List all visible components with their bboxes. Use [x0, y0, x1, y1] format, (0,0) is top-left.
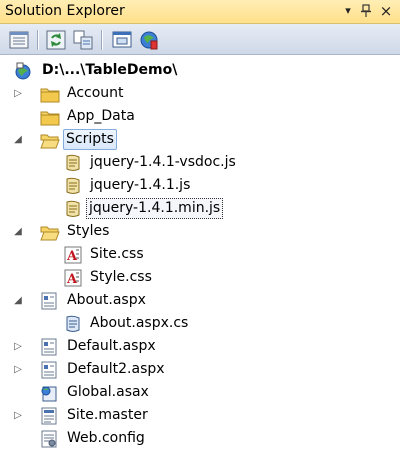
tree-item-label: Default.aspx — [67, 338, 156, 354]
tree-item-label: D:\...\TableDemo\ — [42, 62, 178, 78]
expand-arrow-icon[interactable]: ▷ — [12, 404, 24, 427]
tree-item-project[interactable]: D:\...\TableDemo\ — [0, 59, 400, 82]
tree-item-account[interactable]: ▷ Account — [0, 82, 400, 105]
tree-item-label: Global.asax — [67, 384, 149, 400]
aspx-file-icon — [40, 361, 58, 379]
tree-item-label: Scripts — [63, 129, 117, 150]
aspx-file-icon — [40, 292, 58, 310]
refresh-icon[interactable] — [45, 29, 67, 51]
tree-item-label: jquery-1.4.1.min.js — [86, 198, 224, 219]
expand-arrow-icon[interactable]: ▷ — [12, 82, 24, 105]
pin-icon[interactable] — [358, 2, 374, 20]
tree-item-global-asax[interactable]: Global.asax — [0, 381, 400, 404]
tree-item-jquery[interactable]: jquery-1.4.1.js — [0, 174, 400, 197]
tree-item-label: App_Data — [67, 108, 135, 124]
tree-item-style-css[interactable]: A Style.css — [0, 266, 400, 289]
css-file-icon: A — [64, 246, 82, 264]
tree-item-label: About.aspx — [67, 292, 146, 308]
tree-item-scripts[interactable]: ◢ Scripts — [0, 128, 400, 151]
toolbar-separator — [37, 30, 38, 50]
collapse-arrow-icon[interactable]: ◢ — [12, 220, 24, 243]
tree-item-label: jquery-1.4.1-vsdoc.js — [90, 154, 236, 170]
collapse-arrow-icon[interactable]: ◢ — [12, 128, 24, 151]
window-title: Solution Explorer — [5, 3, 125, 19]
web-project-icon — [14, 62, 32, 80]
js-file-icon — [64, 200, 82, 218]
tree-item-about-aspx-cs[interactable]: About.aspx.cs — [0, 312, 400, 335]
tree-item-label: Account — [67, 85, 124, 101]
tree-item-app-data[interactable]: App_Data — [0, 105, 400, 128]
tree-item-default-aspx[interactable]: ▷ Default.aspx — [0, 335, 400, 358]
solution-tree: D:\...\TableDemo\ ▷ Account App_Data ◢ S… — [0, 55, 400, 459]
open-folder-icon — [40, 223, 60, 241]
tree-item-styles[interactable]: ◢ Styles — [0, 220, 400, 243]
config-file-icon — [40, 430, 58, 448]
aspnet-config-icon[interactable] — [138, 29, 160, 51]
collapse-arrow-icon[interactable]: ◢ — [12, 289, 24, 312]
tree-item-default2-aspx[interactable]: ▷ Default2.aspx — [0, 358, 400, 381]
js-file-icon — [64, 154, 82, 172]
title-bar: Solution Explorer ▾ × — [0, 0, 400, 24]
aspx-file-icon — [40, 338, 58, 356]
expand-arrow-icon[interactable]: ▷ — [12, 335, 24, 358]
tree-item-site-css[interactable]: A Site.css — [0, 243, 400, 266]
asax-file-icon — [40, 384, 58, 402]
nest-files-icon[interactable] — [72, 29, 94, 51]
tree-item-site-master[interactable]: ▷ Site.master — [0, 404, 400, 427]
tree-item-label: Site.master — [67, 407, 148, 423]
toolbar-separator — [101, 30, 102, 50]
js-file-icon — [64, 177, 82, 195]
properties-icon[interactable] — [8, 29, 30, 51]
tree-item-label: jquery-1.4.1.js — [90, 177, 191, 193]
tree-item-label: Web.config — [67, 430, 145, 446]
view-designer-icon[interactable] — [111, 29, 133, 51]
folder-icon — [40, 85, 60, 103]
window-position-dropdown-button[interactable]: ▾ — [340, 2, 356, 20]
tree-item-label: Style.css — [90, 269, 152, 285]
master-file-icon — [40, 407, 58, 425]
svg-text:A: A — [66, 249, 78, 264]
tree-item-web-config[interactable]: Web.config — [0, 427, 400, 450]
tree-item-label: Default2.aspx — [67, 361, 165, 377]
tree-item-label: Site.css — [90, 246, 144, 262]
cs-file-icon — [64, 315, 82, 333]
tree-item-jquery-vsdoc[interactable]: jquery-1.4.1-vsdoc.js — [0, 151, 400, 174]
tree-item-about-aspx[interactable]: ◢ About.aspx — [0, 289, 400, 312]
close-button[interactable]: × — [378, 2, 394, 20]
toolbar — [0, 24, 400, 55]
tree-item-label: Styles — [67, 223, 110, 239]
css-file-icon: A — [64, 269, 82, 287]
tree-item-label: About.aspx.cs — [90, 315, 189, 331]
folder-icon — [40, 108, 60, 126]
svg-text:A: A — [66, 272, 78, 287]
open-folder-icon — [40, 131, 60, 149]
solution-explorer-window: Solution Explorer ▾ × D:\...\TableDemo\ … — [0, 0, 400, 459]
tree-item-jquery-min[interactable]: jquery-1.4.1.min.js — [0, 197, 400, 220]
expand-arrow-icon[interactable]: ▷ — [12, 358, 24, 381]
